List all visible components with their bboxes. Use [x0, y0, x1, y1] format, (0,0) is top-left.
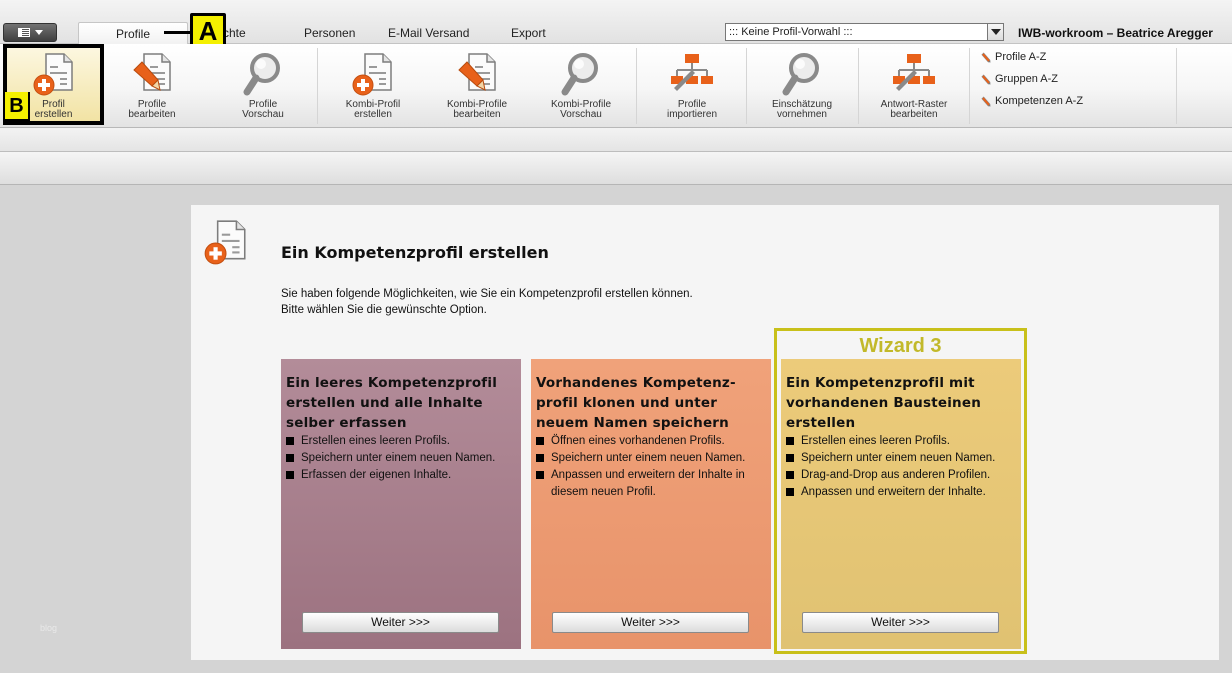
- option-card-bullets: Erstellen eines leeren Profils. Speicher…: [286, 433, 515, 484]
- ribbon-kombi-profile-bearbeiten-button[interactable]: Kombi-Profile bearbeiten: [436, 44, 518, 124]
- ribbon-subbar-secondary: [0, 152, 1232, 185]
- link-profile-a-z[interactable]: Profile A-Z: [980, 51, 1046, 63]
- ribbon-kombi-profil-erstellen-button[interactable]: Kombi-Profil erstellen: [332, 44, 414, 124]
- ribbon-button-label: Profile Vorschau: [242, 99, 284, 120]
- option-card-clone-profile: Vorhandenes Kompetenz- profil klonen und…: [531, 359, 771, 649]
- wizard-label: Wizard 3: [859, 335, 942, 357]
- option-card-title: Ein Kompetenzprofil mit vorhandenen Baus…: [786, 375, 982, 431]
- list-item: Anpassen und erweitern der Inhalte.: [786, 484, 1015, 501]
- ribbon-kombi-profile-vorschau-button[interactable]: Kombi-Profile Vorschau: [540, 44, 622, 124]
- dropdown-arrow-icon[interactable]: [987, 24, 1003, 40]
- magnifier-icon: [557, 50, 605, 98]
- ribbon-button-label: Einschätzung vornehmen: [771, 99, 833, 120]
- list-item: Erstellen eines leeren Profils.: [786, 433, 1015, 450]
- weiter-button-empty-profile[interactable]: Weiter >>>: [302, 612, 499, 633]
- list-item: Anpassen und erweitern der Inhalte in di…: [536, 467, 765, 501]
- ribbon-antwort-raster-bearbeiten-button[interactable]: Antwort-Raster bearbeiten: [870, 44, 958, 124]
- doc-add-icon: [30, 50, 78, 98]
- weiter-button-building-blocks[interactable]: Weiter >>>: [802, 612, 999, 633]
- link-gruppen-a-z[interactable]: Gruppen A-Z: [980, 73, 1058, 85]
- profile-preselect-dropdown[interactable]: ::: Keine Profil-Vorwahl :::: [725, 23, 1004, 41]
- option-card-bullets: Öffnen eines vorhandenen Profils. Speich…: [536, 433, 765, 501]
- ribbon-button-label: Kombi-Profil erstellen: [345, 99, 401, 120]
- magnifier-icon: [239, 50, 287, 98]
- list-item: Erstellen eines leeren Profils.: [286, 433, 515, 450]
- ribbon-separator: [969, 48, 970, 124]
- tab-export[interactable]: Export: [511, 26, 546, 40]
- hierarchy-icon: [668, 50, 716, 98]
- option-card-building-blocks: Ein Kompetenzprofil mit vorhandenen Baus…: [781, 359, 1021, 649]
- callout-a-pointer: [164, 31, 192, 34]
- ribbon-einschaetzung-vornehmen-button[interactable]: Einschätzung vornehmen: [761, 44, 843, 124]
- pen-icon: [980, 96, 991, 107]
- tab-personen[interactable]: Personen: [304, 26, 355, 40]
- ribbon-toolbar: Profil erstellen B Profile bearbeiten Prof…: [0, 44, 1232, 128]
- magnifier-icon: [778, 50, 826, 98]
- ribbon-button-label: Profil erstellen: [34, 99, 73, 120]
- doc-add-icon: [201, 217, 251, 267]
- caret-down-icon: [34, 30, 43, 35]
- profile-preselect-value: ::: Keine Profil-Vorwahl :::: [729, 26, 853, 38]
- list-item: Öffnen eines vorhandenen Profils.: [536, 433, 765, 450]
- doc-edit-icon: [453, 50, 501, 98]
- doc-edit-icon: [128, 50, 176, 98]
- weiter-button-clone-profile[interactable]: Weiter >>>: [552, 612, 749, 633]
- ribbon-separator: [746, 48, 747, 124]
- ribbon-button-label: Profile bearbeiten: [128, 99, 176, 120]
- app-menu-button[interactable]: [3, 23, 57, 42]
- ribbon-button-label: Antwort-Raster bearbeiten: [880, 99, 948, 120]
- ribbon-button-label: Kombi-Profile Vorschau: [550, 99, 612, 120]
- tab-berichte[interactable]: chte: [223, 26, 246, 40]
- ribbon-profile-importieren-button[interactable]: Profile importieren: [651, 44, 733, 124]
- option-card-title: Ein leeres Kompetenzprofil erstellen und…: [286, 375, 498, 431]
- option-card-empty-profile: Ein leeres Kompetenzprofil erstellen und…: [281, 359, 521, 649]
- create-profile-panel: Ein Kompetenzprofil erstellen Sie haben …: [191, 205, 1219, 660]
- ribbon-separator: [317, 48, 318, 124]
- ribbon-button-label: Kombi-Profile bearbeiten: [446, 99, 508, 120]
- page-description: Sie haben folgende Möglichkeiten, wie Si…: [281, 288, 693, 316]
- link-kompetenzen-a-z[interactable]: Kompetenzen A-Z: [980, 95, 1083, 107]
- list-item: Erfassen der eigenen Inhalte.: [286, 467, 515, 484]
- doc-add-icon: [349, 50, 397, 98]
- ribbon-subbar: [0, 128, 1232, 152]
- workspace-user-label: IWB-workroom – Beatrice Aregger: [1018, 26, 1213, 40]
- callout-b-marker: B: [5, 92, 30, 121]
- pen-icon: [980, 52, 991, 63]
- ribbon-button-label: Profile importieren: [666, 99, 718, 120]
- option-card-bullets: Erstellen eines leeren Profils. Speicher…: [786, 433, 1015, 501]
- list-item: Speichern unter einem neuen Namen.: [536, 450, 765, 467]
- ribbon-separator: [858, 48, 859, 124]
- pen-icon: [980, 74, 991, 85]
- hierarchy-icon: [890, 50, 938, 98]
- watermark-blog: blog: [40, 623, 58, 633]
- menu-icon: [17, 28, 30, 37]
- option-card-title: Vorhandenes Kompetenz- profil klonen und…: [536, 375, 736, 431]
- ribbon-separator: [636, 48, 637, 124]
- tab-email-versand[interactable]: E-Mail Versand: [388, 26, 469, 40]
- ribbon-profile-vorschau-button[interactable]: Profile Vorschau: [222, 44, 304, 124]
- ribbon-separator: [1176, 48, 1177, 124]
- ribbon-profile-bearbeiten-button[interactable]: Profile bearbeiten: [111, 44, 193, 124]
- list-item: Drag-and-Drop aus anderen Profilen.: [786, 467, 1015, 484]
- page-title: Ein Kompetenzprofil erstellen: [281, 243, 549, 262]
- list-item: Speichern unter einem neuen Namen.: [286, 450, 515, 467]
- list-item: Speichern unter einem neuen Namen.: [786, 450, 1015, 467]
- tab-bar: Profile chte Personen E-Mail Versand Exp…: [0, 0, 1232, 49]
